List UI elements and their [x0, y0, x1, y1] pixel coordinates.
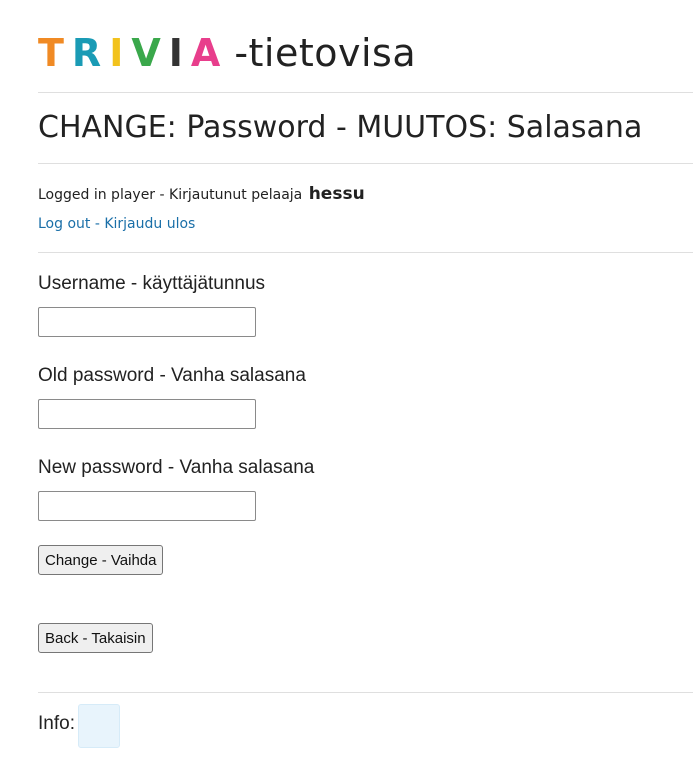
old-password-label: Old password - Vanha salasana — [38, 365, 306, 386]
logo-letter-r: R — [71, 31, 102, 75]
divider-bottom — [38, 692, 693, 693]
logged-in-status: Logged in player - Kirjautunut pelaaja h… — [38, 182, 365, 207]
old-password-field[interactable] — [38, 399, 256, 429]
back-button[interactable]: Back - Takaisin — [38, 623, 153, 653]
logged-in-text: Logged in player - Kirjautunut pelaaja — [38, 187, 303, 203]
divider-session — [38, 252, 693, 253]
trivia-logo[interactable]: T R I V I A -tietovisa — [38, 30, 416, 76]
logo-letter-i-2: I — [168, 31, 183, 75]
new-password-field[interactable] — [38, 491, 256, 521]
info-label: Info: — [38, 713, 75, 734]
username-field[interactable] — [38, 307, 256, 337]
logo-letter-i: I — [109, 31, 124, 75]
info-message-box — [78, 704, 120, 748]
logout-link[interactable]: Log out - Kirjaudu ulos — [38, 213, 195, 235]
change-button[interactable]: Change - Vaihda — [38, 545, 164, 575]
divider-top — [38, 92, 693, 93]
change-password-page: T R I V I A -tietovisa CHANGE: Password … — [0, 0, 693, 776]
username-label: Username - käyttäjätunnus — [38, 273, 266, 294]
logo-letter-v: V — [131, 31, 161, 75]
page-title: CHANGE: Password - MUUTOS: Salasana — [38, 110, 643, 145]
divider-title — [38, 163, 693, 164]
new-password-label: New password - Vanha salasana — [38, 457, 315, 478]
logged-in-username: hessu — [308, 184, 365, 204]
logo-letter-a: A — [190, 31, 221, 75]
logo-letter-t: T — [38, 31, 64, 75]
logo-suffix: -tietovisa — [234, 31, 417, 75]
